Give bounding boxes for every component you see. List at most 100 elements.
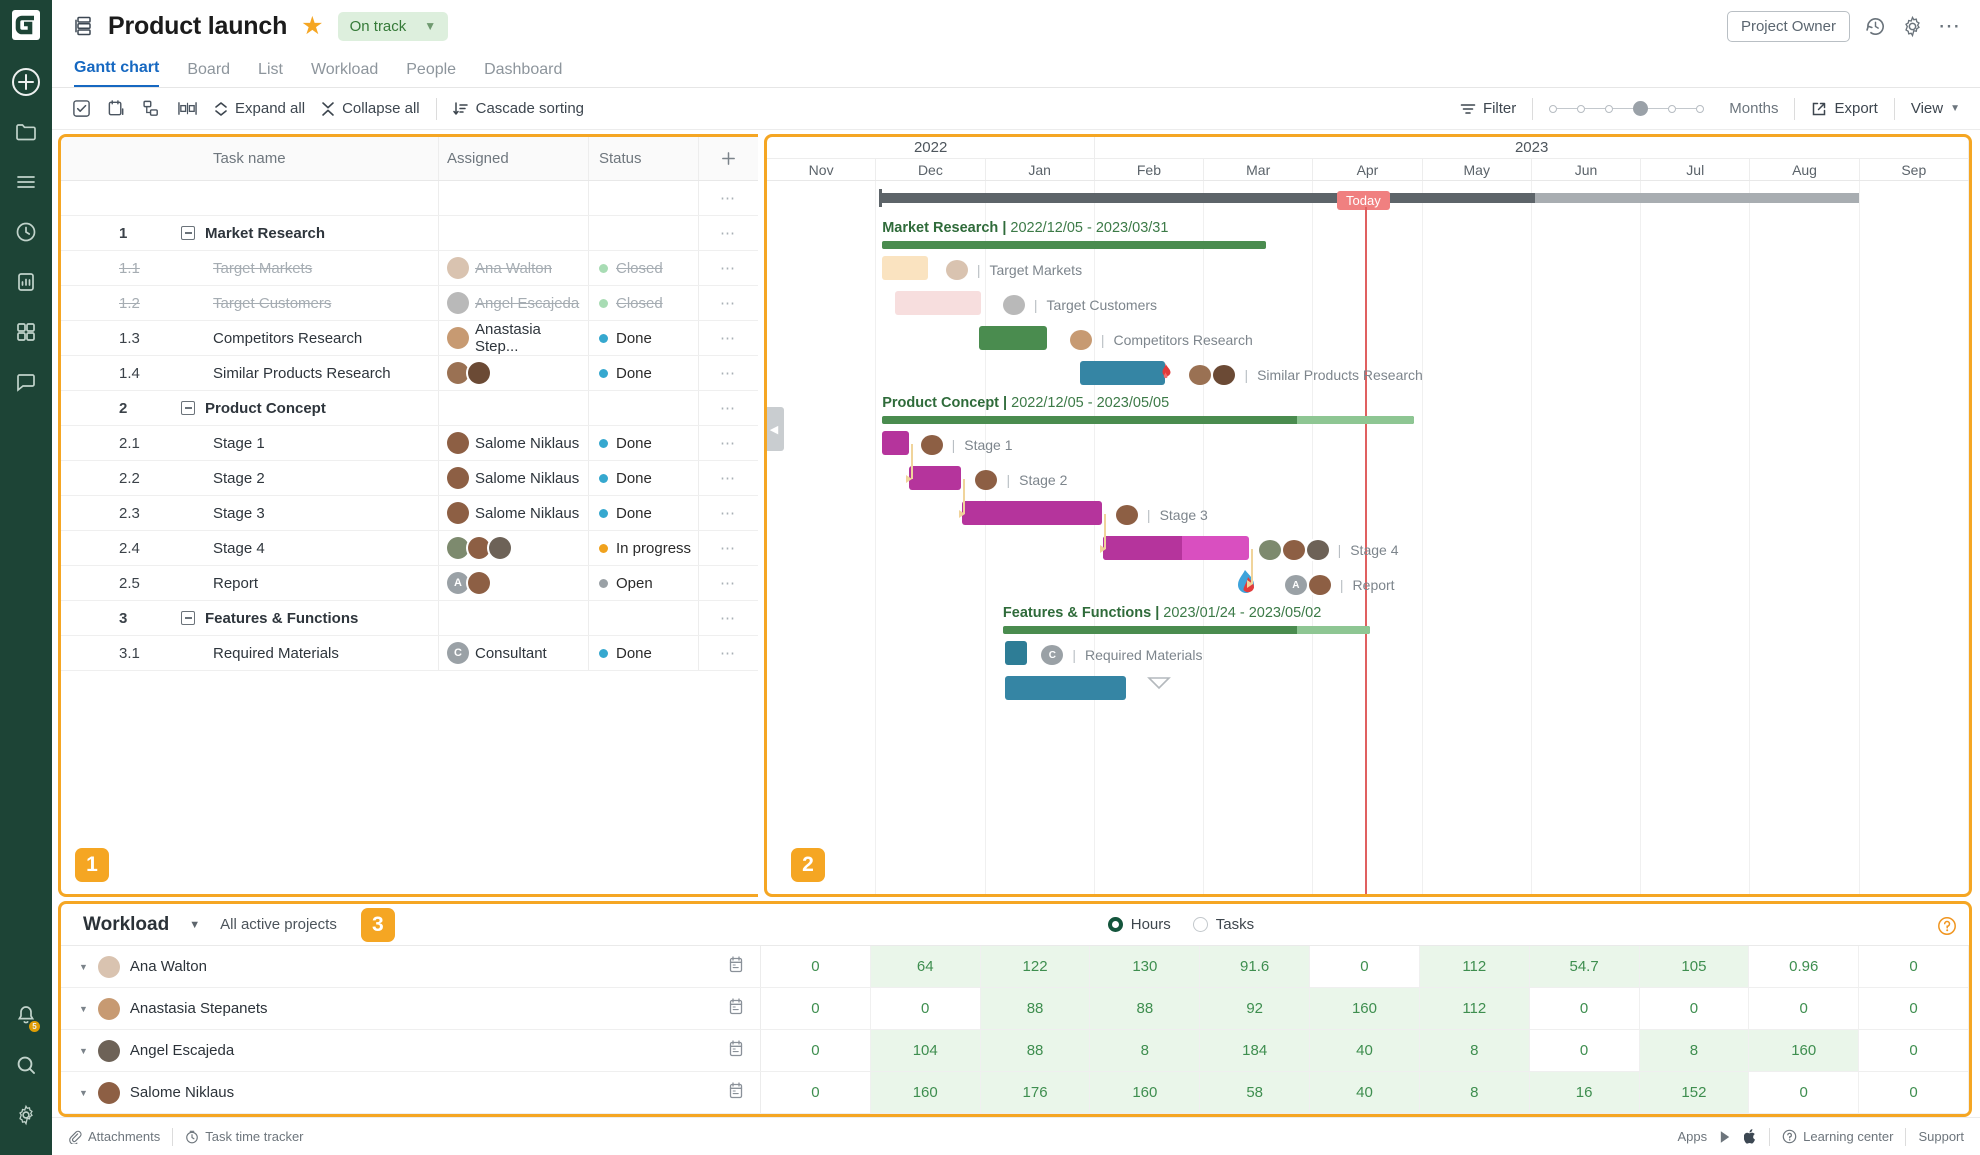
calendar-icon[interactable] (728, 998, 744, 1019)
summary-bar-product-concept[interactable] (882, 416, 1414, 424)
assigned-cell[interactable]: Angel Escajeda (438, 286, 588, 320)
workload-cell[interactable]: 160 (1090, 1072, 1200, 1113)
assigned-cell[interactable]: CConsultant (438, 636, 588, 670)
view-menu-button[interactable]: View ▼ (1911, 100, 1960, 117)
workload-resource-cell[interactable]: ▼Angel Escajeda (61, 1030, 761, 1071)
zoom-step-2[interactable] (1605, 105, 1613, 113)
workload-cell[interactable]: 64 (871, 946, 981, 987)
expand-toggle-icon[interactable]: ▼ (79, 1046, 88, 1056)
help-icon[interactable] (1937, 916, 1957, 942)
workload-cell[interactable]: 122 (981, 946, 1091, 987)
gantt-bar-similar-products-research[interactable] (1080, 361, 1166, 385)
workload-cell[interactable]: 0 (761, 946, 871, 987)
row-menu-icon[interactable]: ⋯ (698, 391, 758, 425)
assigned-cell[interactable]: A (438, 566, 588, 600)
row-menu-icon[interactable]: ⋯ (698, 181, 758, 215)
assigned-cell[interactable] (438, 181, 588, 215)
task-name-cell[interactable]: Features & Functions (153, 601, 438, 635)
tab-people[interactable]: People (406, 61, 456, 87)
gantt-bar-target-customers[interactable] (895, 291, 981, 315)
summary-bar-features-functions[interactable] (1003, 626, 1371, 634)
task-name-cell[interactable]: Target Markets (153, 251, 438, 285)
workload-resource-cell[interactable]: ▼Ana Walton (61, 946, 761, 987)
notifications-icon[interactable]: 5 (6, 995, 46, 1035)
column-header-task-name[interactable]: Task name (153, 137, 438, 180)
table-row[interactable]: 1Market Research⋯ (61, 216, 758, 251)
star-icon[interactable]: ★ (301, 14, 323, 39)
row-menu-icon[interactable]: ⋯ (698, 461, 758, 495)
status-cell[interactable]: Closed (588, 286, 698, 320)
ganttpro-logo-icon[interactable] (7, 6, 45, 44)
row-menu-icon[interactable]: ⋯ (698, 601, 758, 635)
workload-cell[interactable]: 0 (1859, 1030, 1969, 1071)
row-menu-icon[interactable]: ⋯ (698, 321, 758, 355)
row-menu-icon[interactable]: ⋯ (698, 531, 758, 565)
workload-cell[interactable]: 8 (1090, 1030, 1200, 1071)
status-cell[interactable]: Closed (588, 251, 698, 285)
workload-cell[interactable]: 160 (871, 1072, 981, 1113)
table-row[interactable]: 2.4Stage 4In progress⋯ (61, 531, 758, 566)
gear-icon[interactable] (1901, 15, 1924, 38)
export-button[interactable]: Export (1811, 100, 1877, 117)
workload-cell[interactable]: 0 (1859, 946, 1969, 987)
task-name-cell[interactable]: Stage 3 (153, 496, 438, 530)
workload-cell[interactable]: 16 (1530, 1072, 1640, 1113)
workload-cell[interactable]: 92 (1200, 988, 1310, 1029)
workload-cell[interactable]: 88 (981, 988, 1091, 1029)
gantt-bar-required-materials[interactable] (1005, 641, 1027, 665)
table-row[interactable]: 1.4Similar Products ResearchDone⋯ (61, 356, 758, 391)
task-name-cell[interactable]: Target Customers (153, 286, 438, 320)
workload-cell[interactable]: 8 (1420, 1030, 1530, 1071)
zoom-step-3[interactable] (1633, 101, 1648, 116)
workload-cell[interactable]: 130 (1090, 946, 1200, 987)
status-cell[interactable]: Done (588, 461, 698, 495)
workload-cell[interactable]: 58 (1200, 1072, 1310, 1113)
workload-cell[interactable]: 105 (1640, 946, 1750, 987)
workload-cell[interactable]: 0 (1749, 988, 1859, 1029)
workload-cell[interactable]: 54.7 (1530, 946, 1640, 987)
workload-cell[interactable]: 8 (1420, 1072, 1530, 1113)
workload-cell[interactable]: 0 (1859, 1072, 1969, 1113)
tab-workload[interactable]: Workload (311, 61, 378, 87)
task-name-cell[interactable]: Required Materials (153, 636, 438, 670)
expand-all-button[interactable]: Expand all (214, 100, 305, 117)
gantt-bar-competitors-research[interactable] (979, 326, 1047, 350)
table-row[interactable]: 1.2Target CustomersAngel EscajedaClosed⋯ (61, 286, 758, 321)
tab-gantt-chart[interactable]: Gantt chart (74, 59, 159, 87)
table-row[interactable]: 2Product Concept⋯ (61, 391, 758, 426)
subtasks-icon[interactable] (142, 99, 161, 118)
assigned-cell[interactable]: Salome Niklaus (438, 426, 588, 460)
workload-row[interactable]: ▼Angel Escajeda0104888184408081600 (61, 1030, 1969, 1072)
task-name-cell[interactable] (153, 181, 438, 215)
workload-cell[interactable]: 8 (1640, 1030, 1750, 1071)
list-icon[interactable] (6, 162, 46, 202)
workload-cell[interactable]: 152 (1640, 1072, 1750, 1113)
task-name-cell[interactable]: Stage 1 (153, 426, 438, 460)
gantt-bar-next-task-partial[interactable] (1005, 676, 1126, 700)
project-status-dropdown[interactable]: On track ▼ (338, 12, 449, 41)
workload-cell[interactable]: 0 (1530, 988, 1640, 1029)
learning-center-button[interactable]: Learning center (1782, 1129, 1893, 1144)
cascade-sorting-button[interactable]: Cascade sorting (453, 100, 584, 117)
row-menu-icon[interactable]: ⋯ (698, 286, 758, 320)
gantt-bar-stage-2[interactable] (909, 466, 962, 490)
assigned-cell[interactable]: Salome Niklaus (438, 461, 588, 495)
zoom-step-1[interactable] (1577, 105, 1585, 113)
assigned-cell[interactable] (438, 391, 588, 425)
reports-icon[interactable] (6, 262, 46, 302)
collapse-panel-icon[interactable]: ◀ (764, 407, 784, 451)
status-cell[interactable] (588, 216, 698, 250)
assigned-cell[interactable] (438, 216, 588, 250)
expand-toggle-icon[interactable]: ▼ (79, 1004, 88, 1014)
workload-cell[interactable]: 104 (871, 1030, 981, 1071)
expand-toggle-icon[interactable]: ▼ (79, 962, 88, 972)
workload-cell[interactable]: 40 (1310, 1030, 1420, 1071)
timeline-body[interactable]: TodayMarket Research | 2022/12/05 - 2023… (767, 181, 1969, 894)
tab-dashboard[interactable]: Dashboard (484, 61, 562, 87)
workload-mode-hours[interactable]: Hours (1108, 916, 1171, 933)
table-row[interactable]: 2.2Stage 2Salome NiklausDone⋯ (61, 461, 758, 496)
time-log-icon[interactable] (6, 212, 46, 252)
workload-cell[interactable]: 88 (1090, 988, 1200, 1029)
checkbox-icon[interactable] (72, 99, 91, 118)
assigned-cell[interactable] (438, 601, 588, 635)
